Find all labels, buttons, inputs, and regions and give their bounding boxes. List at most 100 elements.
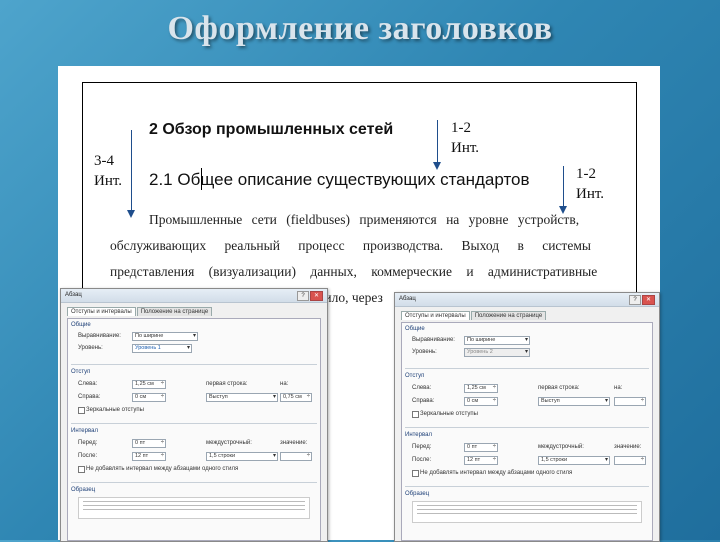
after-input[interactable]: 12 пт (132, 452, 166, 461)
first-line-select[interactable]: Выступ (538, 397, 610, 406)
sample-section-label: Образец (71, 487, 96, 493)
dialog-titlebar: Абзац ? ✕ (61, 289, 327, 303)
text-cursor (201, 168, 202, 190)
close-icon[interactable]: ✕ (642, 295, 655, 305)
close-icon[interactable]: ✕ (310, 291, 323, 301)
before-input[interactable]: 0 пт (132, 439, 166, 448)
arrow-left-line (131, 130, 132, 210)
annotation-left-line2: Инт. (94, 173, 123, 189)
dialog-titlebar: Абзац ? ✕ (395, 293, 659, 307)
right-indent-label: Справа: (412, 398, 435, 404)
general-section-label: Общие (71, 322, 91, 328)
page-border-top (82, 82, 636, 83)
annotation-right-line2: Инт. (576, 186, 605, 202)
mirror-indents-label: Зеркальные отступы (420, 411, 478, 417)
dialog-title: Абзац (399, 296, 416, 302)
after-label: После: (78, 453, 98, 459)
value-label: значение: (614, 444, 642, 450)
heading-level-1: 2 Обзор промышленных сетей (149, 121, 394, 138)
left-indent-label: Слева: (78, 381, 98, 387)
right-indent-label: Справа: (78, 394, 101, 400)
first-line-label: первая строка: (206, 381, 248, 387)
level-select[interactable]: Уровень 1 (132, 344, 192, 353)
divider (71, 482, 317, 483)
right-indent-input[interactable]: 0 см (464, 397, 498, 406)
paragraph-line-1: Промышленные сети (fieldbuses) применяют… (149, 212, 580, 227)
left-indent-label: Слева: (412, 385, 432, 391)
after-input[interactable]: 12 пт (464, 456, 498, 465)
paragraph-dialog-level1: Абзац ? ✕ Отступы и интервалы Положение н… (60, 288, 328, 542)
annotation-mid: 1-2 Инт. (451, 118, 479, 158)
value-label: значение: (280, 440, 308, 446)
first-line-label: первая строка: (538, 385, 580, 391)
value-input[interactable] (280, 452, 312, 461)
arrow-mid-line (437, 120, 438, 162)
right-indent-input[interactable]: 0 см (132, 393, 166, 402)
divider (405, 486, 649, 487)
level-select[interactable]: Уровень 2 (464, 348, 530, 357)
indent-section-label: Отступ (405, 373, 425, 379)
mirror-indents-checkbox[interactable] (412, 411, 419, 418)
left-indent-input[interactable]: 1,25 см (132, 380, 166, 389)
before-input[interactable]: 0 пт (464, 443, 498, 452)
slide-title: Оформление заголовков (167, 10, 553, 47)
annotation-left: 3-4 Инт. (94, 151, 122, 191)
level-label: Уровень: (78, 345, 103, 351)
dialog-title: Абзац (65, 292, 82, 298)
first-line-select[interactable]: Выступ (206, 393, 278, 402)
spacing-section-label: Интервал (405, 432, 432, 438)
line-spacing-label: междустрочный: (538, 444, 584, 450)
divider (405, 427, 649, 428)
line-spacing-select[interactable]: 1,5 строки (538, 456, 610, 465)
no-space-checkbox[interactable] (78, 466, 85, 473)
spacing-section-label: Интервал (71, 428, 98, 434)
tab-indents-spacing[interactable]: Отступы и интервалы (401, 311, 470, 320)
heading-level-2: 2.1 Общее описание существующих стандарт… (149, 170, 530, 189)
sample-section-label: Образец (405, 491, 430, 497)
line-spacing-select[interactable]: 1,5 строки (206, 452, 278, 461)
before-label: Перед: (78, 440, 98, 446)
before-label: Перед: (412, 444, 432, 450)
paragraph-line-3: представления (визуализации) данных, ком… (110, 264, 598, 279)
paragraph-line-2: обслуживающих реальный процесс производс… (110, 238, 591, 253)
alignment-label: Выравнивание: (412, 337, 455, 343)
by-label: на: (280, 381, 289, 387)
divider (71, 364, 317, 365)
no-space-label: Не добавлять интервал между абзацами одн… (86, 466, 239, 472)
level-label: Уровень: (412, 349, 437, 355)
mirror-indents-label: Зеркальные отступы (86, 407, 144, 413)
page-border-right (636, 82, 637, 312)
by-input[interactable]: 0,75 см (280, 393, 312, 402)
arrow-right-head (559, 206, 567, 214)
by-input[interactable] (614, 397, 646, 406)
alignment-select[interactable]: По ширине (132, 332, 198, 341)
sample-preview (412, 501, 642, 523)
indent-section-label: Отступ (71, 369, 91, 375)
dialog-panel: Общие Выравнивание: По ширине Уровень: У… (401, 322, 653, 541)
tab-indents-spacing[interactable]: Отступы и интервалы (67, 307, 136, 316)
help-icon[interactable]: ? (629, 295, 641, 305)
arrow-left-head (127, 210, 135, 218)
no-space-label: Не добавлять интервал между абзацами одн… (420, 470, 573, 476)
page-border-left (82, 82, 83, 312)
annotation-right: 1-2 Инт. (576, 164, 604, 204)
no-space-checkbox[interactable] (412, 470, 419, 477)
tab-line-page-breaks[interactable]: Положение на странице (470, 311, 547, 320)
alignment-select[interactable]: По ширине (464, 336, 530, 345)
divider (405, 368, 649, 369)
annotation-mid-line1: 1-2 (451, 120, 471, 136)
tab-line-page-breaks[interactable]: Положение на странице (136, 307, 213, 316)
arrow-right-line (563, 166, 564, 206)
sample-preview (78, 497, 310, 519)
help-icon[interactable]: ? (297, 291, 309, 301)
mirror-indents-checkbox[interactable] (78, 407, 85, 414)
annotation-mid-line2: Инт. (451, 140, 480, 156)
by-label: на: (614, 385, 623, 391)
left-indent-input[interactable]: 1,25 см (464, 384, 498, 393)
value-input[interactable] (614, 456, 646, 465)
annotation-right-line1: 1-2 (576, 166, 596, 182)
arrow-mid-head (433, 162, 441, 170)
dialog-tabs: Отступы и интервалы Положение на странице (401, 311, 547, 321)
divider (71, 423, 317, 424)
alignment-label: Выравнивание: (78, 333, 121, 339)
